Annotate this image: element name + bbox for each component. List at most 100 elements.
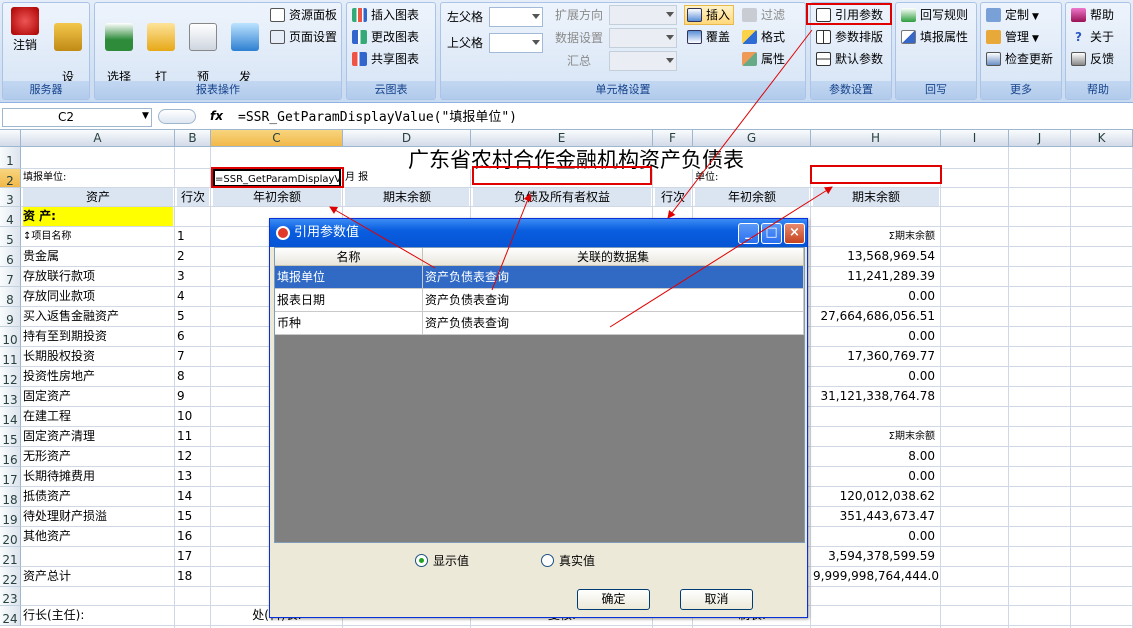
cell-h13[interactable]: 31,121,338,764.78 [813, 387, 939, 406]
cell-h18[interactable]: 120,012,038.62 [813, 487, 939, 506]
insert-button[interactable]: 插入 [686, 5, 730, 25]
about-button[interactable]: ? 关于 [1070, 27, 1114, 47]
row-header-20[interactable]: 20 [0, 527, 21, 547]
change-chart-button[interactable]: 更改图表 [351, 27, 419, 47]
cell-a11[interactable]: 长期股权投资 [23, 347, 173, 366]
row-header-13[interactable]: 13 [0, 387, 21, 407]
cell-b9[interactable]: 5 [177, 307, 209, 326]
data-settings-combo[interactable] [609, 28, 677, 48]
row-header-4[interactable]: 4 [0, 207, 21, 227]
cell-a18[interactable]: 抵债资产 [23, 487, 173, 506]
radio-real-value[interactable]: 真实值 [541, 554, 595, 568]
cell-f3[interactable]: 行次 [655, 188, 691, 206]
page-settings-button[interactable]: 页面设置 [269, 27, 337, 47]
cell-h12[interactable]: 0.00 [813, 367, 939, 386]
column-header-i[interactable]: I [941, 130, 1009, 147]
ok-button[interactable]: 确定 [577, 589, 650, 610]
cell-a5[interactable]: ↕项目名称 [23, 227, 173, 246]
row-header-22[interactable]: 22 [0, 567, 21, 587]
cell-b18[interactable]: 14 [177, 487, 209, 506]
cell-a7[interactable]: 存放联行款项 [23, 267, 173, 286]
column-header-d[interactable]: D [343, 130, 471, 147]
settings-button[interactable]: 设 置 [48, 7, 88, 100]
column-header-f[interactable]: F [653, 130, 693, 147]
zoom-slider[interactable] [158, 109, 196, 124]
cell-b17[interactable]: 13 [177, 467, 209, 486]
insert-chart-button[interactable]: 插入图表 [351, 5, 419, 25]
select-all-corner[interactable] [0, 130, 21, 147]
cell-a14[interactable]: 在建工程 [23, 407, 173, 426]
cell-a17[interactable]: 长期待摊费用 [23, 467, 173, 486]
resource-panel-button[interactable]: 资源面板 [269, 5, 337, 25]
cell-a24[interactable]: 行长(主任): [23, 606, 173, 625]
cell-a4[interactable]: 资 产: [23, 207, 173, 226]
column-header-c[interactable]: C [211, 130, 343, 147]
row-header-19[interactable]: 19 [0, 507, 21, 527]
fill-property-button[interactable]: 填报属性 [900, 27, 968, 47]
cell-h9[interactable]: 27,664,686,056.51 [813, 307, 939, 326]
cell-h22[interactable]: 9,999,998,764,444.00 [813, 567, 939, 586]
customize-button[interactable]: 定制 ▼ [985, 5, 1039, 25]
row-header-6[interactable]: 6 [0, 247, 21, 267]
check-update-button[interactable]: 检查更新 [985, 49, 1053, 69]
column-header-b[interactable]: B [175, 130, 211, 147]
cell-b7[interactable]: 3 [177, 267, 209, 286]
cell-a22[interactable]: 资产总计 [23, 567, 173, 586]
cell-h19[interactable]: 351,443,673.47 [813, 507, 939, 526]
column-header-k[interactable]: K [1071, 130, 1133, 147]
cell-b3[interactable]: 行次 [177, 188, 209, 206]
row-header-15[interactable]: 15 [0, 427, 21, 447]
cell-a10[interactable]: 持有至到期投资 [23, 327, 173, 346]
cell-b15[interactable]: 11 [177, 427, 209, 446]
column-header-h[interactable]: H [811, 130, 941, 147]
filter-button[interactable]: 过滤 [741, 5, 785, 25]
expand-direction-combo[interactable] [609, 5, 677, 25]
default-param-button[interactable]: 默认参数 [815, 49, 883, 69]
row-header-8[interactable]: 8 [0, 287, 21, 307]
manage-button[interactable]: 管理 ▼ [985, 27, 1039, 47]
cell-b19[interactable]: 15 [177, 507, 209, 526]
share-chart-button[interactable]: 共享图表 [351, 49, 419, 69]
grid-header-name[interactable]: 名称 [275, 248, 423, 266]
cell-g3[interactable]: 年初余额 [695, 188, 809, 206]
row-header-2[interactable]: 2 [0, 169, 21, 188]
preview-button[interactable]: 预 览 [183, 7, 223, 100]
maximize-icon[interactable]: □ [761, 223, 782, 244]
grid-row[interactable]: 币种 资产负债表查询 [275, 312, 804, 335]
cell-h21[interactable]: 3,594,378,599.59 [813, 547, 939, 566]
row-header-17[interactable]: 17 [0, 467, 21, 487]
cell-e3[interactable]: 负债及所有者权益 [473, 188, 651, 206]
row-header-23[interactable]: 23 [0, 587, 21, 606]
logout-button[interactable]: 注销 [5, 7, 45, 77]
row-header-7[interactable]: 7 [0, 267, 21, 287]
cell-a15[interactable]: 固定资产清理 [23, 427, 173, 446]
row-header-21[interactable]: 21 [0, 547, 21, 567]
chevron-down-icon[interactable]: ▼ [142, 111, 149, 121]
cell-c3[interactable]: 年初余额 [213, 188, 341, 206]
grid-header-dataset[interactable]: 关联的数据集 [423, 248, 804, 266]
cell-h5[interactable]: Σ期末余额 [813, 227, 939, 246]
cell-b21[interactable]: 17 [177, 547, 209, 566]
cell-a6[interactable]: 贵金属 [23, 247, 173, 266]
cell-h6[interactable]: 13,568,969.54 [813, 247, 939, 266]
open-button[interactable]: 打 开 [141, 7, 181, 100]
cell-h15[interactable]: Σ期末余额 [813, 427, 939, 446]
cell-b16[interactable]: 12 [177, 447, 209, 466]
help-button[interactable]: 帮助 [1070, 5, 1114, 25]
row-header-24[interactable]: 24 [0, 606, 21, 626]
cell-a9[interactable]: 买入返售金融资产 [23, 307, 173, 326]
param-layout-button[interactable]: 参数排版 [815, 27, 883, 47]
cell-h8[interactable]: 0.00 [813, 287, 939, 306]
fx-icon[interactable]: fx [210, 109, 223, 123]
cell-b5[interactable]: 1 [177, 227, 209, 246]
cell-d3[interactable]: 期末余额 [345, 188, 469, 206]
row-header-11[interactable]: 11 [0, 347, 21, 367]
writeback-rule-button[interactable]: 回写规则 [900, 5, 968, 25]
cell-h10[interactable]: 0.00 [813, 327, 939, 346]
property-button[interactable]: 属性 [741, 49, 785, 69]
row-header-1[interactable]: 1 [0, 147, 21, 169]
format-button[interactable]: 格式 [741, 27, 785, 47]
cell-h7[interactable]: 11,241,289.39 [813, 267, 939, 286]
row-header-5[interactable]: 5 [0, 227, 21, 247]
column-header-e[interactable]: E [471, 130, 653, 147]
